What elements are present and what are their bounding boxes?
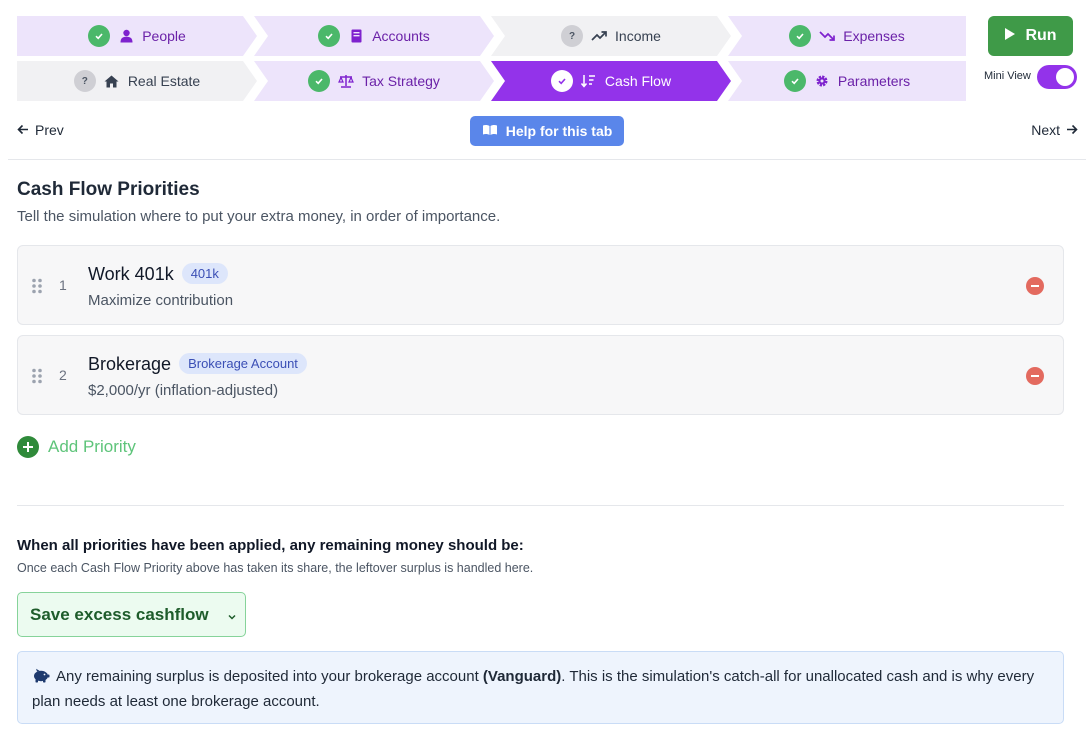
step-label: Tax Strategy	[362, 73, 440, 89]
step-row-1: People Accounts ? Income Expenses	[17, 16, 975, 56]
check-icon	[318, 25, 340, 47]
run-label: Run	[1025, 27, 1057, 44]
drag-handle-icon[interactable]	[31, 368, 43, 389]
step-label: Parameters	[837, 73, 911, 89]
step-label: Real Estate	[127, 73, 201, 89]
step-label: Expenses	[843, 28, 905, 44]
sort-icon	[581, 73, 597, 89]
priority-number: 2	[59, 367, 67, 383]
mini-view-toggle[interactable]	[1037, 65, 1077, 89]
info-text-before: Any remaining surplus is deposited into …	[56, 668, 483, 685]
page-title: Cash Flow Priorities	[17, 179, 200, 200]
prev-button[interactable]: Prev	[17, 122, 64, 138]
step-label: Income	[615, 28, 661, 44]
play-icon	[1004, 27, 1016, 46]
arrow-left-icon	[17, 122, 29, 138]
step-label: Cash Flow	[604, 73, 672, 89]
account-tag: Brokerage Account	[179, 353, 307, 374]
step-accounts[interactable]: Accounts	[254, 16, 494, 56]
step-expenses[interactable]: Expenses	[728, 16, 966, 56]
priority-name-text: Work 401k	[88, 264, 174, 284]
remove-icon[interactable]	[1026, 277, 1044, 295]
question-icon: ?	[561, 25, 583, 47]
step-income[interactable]: ? Income	[491, 16, 731, 56]
priority-description: Maximize contribution	[88, 292, 234, 309]
question-icon: ?	[74, 70, 96, 92]
priority-name: Brokerage Brokerage Account	[88, 353, 307, 375]
select-value: Save excess cashflow	[30, 604, 209, 624]
plus-icon	[17, 436, 39, 458]
next-button[interactable]: Next	[1031, 122, 1078, 138]
mini-view-label: Mini View	[984, 70, 1031, 82]
step-label: Accounts	[372, 28, 430, 44]
add-priority-button[interactable]: Add Priority	[17, 436, 136, 458]
check-icon	[789, 25, 812, 47]
divider	[8, 159, 1086, 160]
help-label: Help for this tab	[505, 123, 613, 139]
priority-number: 1	[59, 277, 67, 293]
book-open-icon	[482, 123, 498, 139]
step-navigation: People Accounts ? Income Expenses ? Real…	[17, 16, 975, 106]
info-box: Any remaining surplus is deposited into …	[17, 651, 1064, 724]
step-row-2: ? Real Estate Tax Strategy Cash Flow Par…	[17, 61, 975, 101]
scale-icon	[338, 73, 354, 89]
step-cash-flow[interactable]: Cash Flow	[491, 61, 731, 101]
gear-icon	[814, 73, 830, 89]
check-icon	[783, 70, 806, 92]
step-people[interactable]: People	[17, 16, 257, 56]
priority-name: Work 401k 401k	[88, 263, 228, 285]
drag-handle-icon[interactable]	[31, 278, 43, 299]
priority-description: $2,000/yr (inflation-adjusted)	[88, 382, 279, 399]
help-button[interactable]: Help for this tab	[470, 116, 624, 146]
add-priority-label: Add Priority	[48, 437, 136, 456]
priority-card: 2 Brokerage Brokerage Account $2,000/yr (…	[17, 335, 1064, 415]
piggy-bank-icon	[32, 667, 50, 690]
trend-down-icon	[819, 28, 836, 44]
run-button[interactable]: Run	[988, 16, 1073, 56]
step-real-estate[interactable]: ? Real Estate	[17, 61, 257, 101]
home-icon	[104, 73, 120, 89]
check-icon	[308, 70, 330, 92]
chevron-down-icon	[227, 609, 237, 627]
priority-card: 1 Work 401k 401k Maximize contribution	[17, 245, 1064, 325]
book-icon	[348, 28, 364, 44]
prev-label: Prev	[35, 122, 64, 138]
toggle-knob	[1056, 68, 1074, 86]
page-subtitle: Tell the simulation where to put your ex…	[17, 208, 501, 225]
remove-icon[interactable]	[1026, 367, 1044, 385]
step-tax-strategy[interactable]: Tax Strategy	[254, 61, 494, 101]
remaining-title: When all priorities have been applied, a…	[17, 537, 524, 554]
step-label: People	[142, 28, 186, 44]
step-parameters[interactable]: Parameters	[728, 61, 966, 101]
account-tag: 401k	[181, 263, 228, 284]
priority-name-text: Brokerage	[88, 354, 172, 374]
check-icon	[88, 25, 110, 47]
user-icon	[118, 28, 134, 44]
info-account: (Vanguard)	[482, 668, 562, 685]
trend-up-icon	[591, 28, 607, 44]
remaining-select[interactable]: Save excess cashflow	[17, 592, 246, 637]
divider	[17, 505, 1064, 506]
arrow-right-icon	[1066, 122, 1078, 138]
next-label: Next	[1031, 122, 1060, 138]
remaining-subtitle: Once each Cash Flow Priority above has t…	[17, 561, 534, 575]
check-icon	[551, 70, 573, 92]
